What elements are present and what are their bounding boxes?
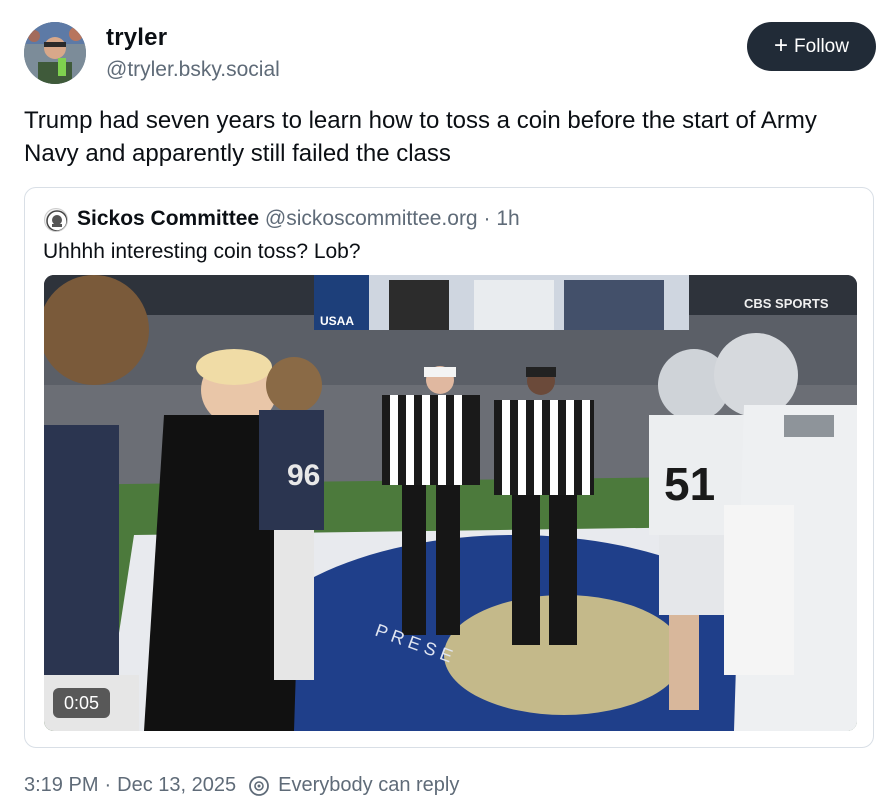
follow-button[interactable]: + Follow bbox=[747, 22, 876, 71]
post-text: Trump had seven years to learn how to to… bbox=[24, 107, 817, 167]
post-date: Dec 13, 2025 bbox=[117, 774, 237, 796]
author-handle[interactable]: @tryler.bsky.social bbox=[106, 58, 280, 82]
sponsor-logo: USAA bbox=[320, 314, 354, 328]
quote-age: 1h bbox=[496, 207, 520, 230]
broadcaster-logo: CBS SPORTS bbox=[744, 296, 829, 311]
quote-text: Uhhhh interesting coin toss? Lob? bbox=[43, 240, 361, 263]
quote-header: Sickos Committee @sickoscommittee.org · … bbox=[77, 207, 520, 231]
quote-author-avatar[interactable] bbox=[44, 208, 68, 232]
plus-icon: + bbox=[774, 31, 789, 59]
quote-separator: · bbox=[483, 207, 491, 230]
jersey-number-96: 96 bbox=[287, 459, 320, 492]
reply-setting[interactable]: Everybody can reply bbox=[278, 774, 459, 797]
author-avatar[interactable] bbox=[24, 22, 86, 84]
footer-separator: · bbox=[104, 774, 112, 796]
quoted-post[interactable]: Sickos Committee @sickoscommittee.org · … bbox=[24, 187, 874, 748]
quote-avatar-image bbox=[46, 210, 67, 231]
avatar-image bbox=[24, 22, 86, 84]
post-footer: 3:19 PM · Dec 13, 2025 Everybody can rep… bbox=[24, 774, 459, 797]
video-duration: 0:05 bbox=[53, 688, 110, 718]
author-name[interactable]: tryler bbox=[106, 24, 167, 52]
jersey-number-51: 51 bbox=[664, 458, 715, 510]
video-player[interactable]: USAA CBS SPORTS 96 51 P R E S E 0:05 bbox=[44, 275, 857, 731]
quote-author-handle[interactable]: @sickoscommittee.org bbox=[265, 207, 478, 230]
quote-author-name[interactable]: Sickos Committee bbox=[77, 207, 259, 230]
video-frame: USAA CBS SPORTS 96 51 P R E S E bbox=[44, 275, 857, 731]
follow-label: Follow bbox=[794, 35, 849, 57]
reply-settings-icon bbox=[249, 775, 270, 796]
post-time: 3:19 PM bbox=[24, 774, 99, 796]
